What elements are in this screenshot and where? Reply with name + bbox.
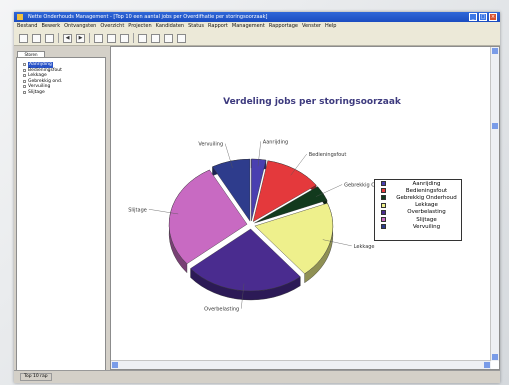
table-icon[interactable] xyxy=(151,33,160,43)
legend-label: Bedieningsfout xyxy=(405,187,448,194)
legend-entry: Lekkage xyxy=(375,202,461,209)
legend-swatch xyxy=(381,181,386,187)
save-icon[interactable] xyxy=(45,33,54,43)
expand-icon[interactable] xyxy=(23,63,26,67)
title-bar: Nette Onderhouds Management - [Top 10 ee… xyxy=(14,12,500,22)
menu-item[interactable]: Management xyxy=(232,22,265,31)
menu-item[interactable]: Kandidaten xyxy=(156,22,184,31)
legend-entry: Aanrijding xyxy=(375,180,461,187)
legend-label: Slijtage xyxy=(416,216,437,223)
scroll-left-icon[interactable] xyxy=(112,362,118,368)
preview-icon[interactable] xyxy=(107,33,116,43)
toolbar: ◀ ▶ xyxy=(14,31,500,46)
back-icon[interactable]: ◀ xyxy=(63,33,72,43)
menu-item[interactable]: Rapportage xyxy=(269,22,298,31)
chart-legend: Aanrijding Bedieningsfout Gebrekkig Onderh… xyxy=(374,179,462,241)
grid-icon[interactable] xyxy=(177,33,186,43)
legend-swatch xyxy=(381,202,386,208)
menu-item[interactable]: Bewerk xyxy=(41,22,60,31)
screenshot-frame: Nette Onderhouds Management - [Top 10 ee… xyxy=(0,0,509,385)
window-title: Nette Onderhouds Management - [Top 10 ee… xyxy=(28,14,268,20)
app-icon xyxy=(17,14,23,20)
zoom-icon[interactable] xyxy=(120,33,129,43)
status-bar: Top 10 rap xyxy=(14,370,500,383)
expand-icon[interactable] xyxy=(23,85,26,89)
app-window: Nette Onderhouds Management - [Top 10 ee… xyxy=(14,12,500,383)
menu-item[interactable]: Help xyxy=(325,22,336,31)
legend-label: Lekkage xyxy=(415,202,438,209)
legend-entry: Overbelasting xyxy=(375,209,461,216)
close-icon[interactable]: × xyxy=(489,13,497,21)
menu-item[interactable]: Overzicht xyxy=(100,22,124,31)
sidebar-item[interactable]: Slijtage xyxy=(23,90,105,96)
scroll-right-icon[interactable] xyxy=(484,362,490,368)
toolbar-separator xyxy=(133,33,134,43)
toolbar-separator xyxy=(58,33,59,43)
menu-item[interactable]: Status xyxy=(188,22,204,31)
menu-item[interactable]: Venster xyxy=(302,22,321,31)
legend-swatch xyxy=(381,195,386,201)
expand-icon[interactable] xyxy=(23,74,26,78)
slice-label: Overbelasting xyxy=(204,307,239,313)
window-controls: _ □ × xyxy=(469,13,497,21)
legend-label: Aanrijding xyxy=(412,180,441,187)
legend-swatch xyxy=(381,224,386,230)
sidebar-item-label: Slijtage xyxy=(28,89,45,95)
vertical-scrollbar[interactable] xyxy=(490,47,499,361)
maximize-icon[interactable]: □ xyxy=(479,13,487,21)
legend-label: Vervuiling xyxy=(412,223,441,230)
slice-label: Bedieningsfout xyxy=(309,152,347,158)
legend-entry: Vervuiling xyxy=(375,223,461,230)
legend-label: Overbelasting xyxy=(407,209,446,216)
sidebar: Aanrijding Bedieningsfout Lekkage Gebrekkig… xyxy=(16,57,106,371)
slice-label: Aanrijding xyxy=(263,139,288,145)
open-icon[interactable] xyxy=(32,33,41,43)
expand-icon[interactable] xyxy=(23,90,26,94)
print-icon[interactable] xyxy=(94,33,103,43)
menu-item[interactable]: Rapport xyxy=(208,22,228,31)
scroll-up-icon[interactable] xyxy=(492,48,498,54)
legend-swatch xyxy=(381,209,386,215)
export-icon[interactable] xyxy=(164,33,173,43)
minimize-icon[interactable]: _ xyxy=(469,13,477,21)
status-tab[interactable]: Top 10 rap xyxy=(20,373,52,381)
menu-item[interactable]: Bestand xyxy=(17,22,37,31)
legend-label: Gebrekkig Onderhoud xyxy=(396,194,457,201)
expand-icon[interactable] xyxy=(23,79,26,83)
slice-label: Lekkage xyxy=(354,244,375,250)
forward-icon[interactable]: ▶ xyxy=(76,33,85,43)
chart-icon[interactable] xyxy=(138,33,147,43)
slice-label: Vervuiling xyxy=(198,142,223,148)
menu-bar: Bestand Bewerk Ontvangsten Overzicht Project… xyxy=(14,22,500,31)
scroll-down-icon[interactable] xyxy=(492,354,498,360)
legend-entry: Gebrekkig Onderhoud xyxy=(375,194,461,201)
menu-item[interactable]: Projecten xyxy=(128,22,151,31)
new-icon[interactable] xyxy=(19,33,28,43)
horizontal-scrollbar[interactable] xyxy=(111,360,491,369)
sidebar-tree: Aanrijding Bedieningsfout Lekkage Gebrekkig… xyxy=(23,62,105,95)
legend-entry: Bedieningsfout xyxy=(375,187,461,194)
scroll-thumb[interactable] xyxy=(492,123,498,129)
toolbar-separator xyxy=(89,33,90,43)
legend-swatch xyxy=(381,217,386,223)
report-canvas: Verdeling jobs per storingsoorzaak Aanri… xyxy=(110,46,500,370)
menu-item[interactable]: Ontvangsten xyxy=(64,22,96,31)
expand-icon[interactable] xyxy=(23,68,26,72)
legend-swatch xyxy=(381,188,386,194)
legend-entry: Slijtage xyxy=(375,216,461,223)
slice-label: Slijtage xyxy=(128,207,147,213)
